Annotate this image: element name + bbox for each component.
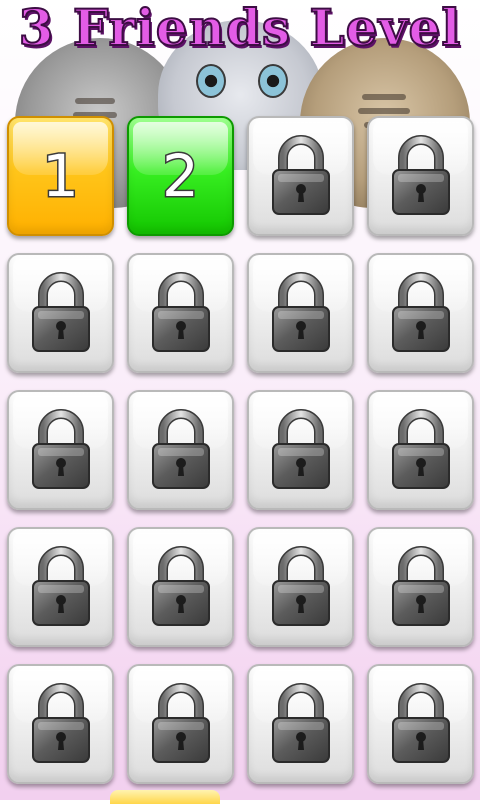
padlock-icon — [30, 408, 92, 492]
locked-level-tile[interactable] — [247, 253, 354, 373]
locked-level-tile[interactable] — [367, 390, 474, 510]
level-title: 3 Friends Level — [18, 0, 462, 58]
padlock-icon — [30, 682, 92, 766]
locked-level-tile[interactable] — [7, 253, 114, 373]
padlock-icon — [150, 682, 212, 766]
locked-level-tile[interactable] — [367, 527, 474, 647]
locked-level-tile[interactable] — [247, 527, 354, 647]
padlock-icon — [270, 271, 332, 355]
level-number: 2 — [161, 142, 201, 210]
padlock-icon — [270, 408, 332, 492]
locked-level-tile[interactable] — [127, 390, 234, 510]
locked-level-tile[interactable] — [127, 527, 234, 647]
locked-level-tile[interactable] — [247, 664, 354, 784]
level-number: 1 — [41, 142, 81, 210]
padlock-icon — [150, 271, 212, 355]
locked-level-tile[interactable] — [247, 116, 354, 236]
padlock-icon — [390, 545, 452, 629]
locked-level-tile[interactable] — [7, 664, 114, 784]
padlock-icon — [270, 682, 332, 766]
padlock-icon — [270, 134, 332, 218]
locked-level-tile[interactable] — [367, 253, 474, 373]
padlock-icon — [390, 682, 452, 766]
bottom-button-edge — [110, 790, 220, 804]
padlock-icon — [30, 271, 92, 355]
padlock-icon — [390, 271, 452, 355]
padlock-icon — [150, 408, 212, 492]
locked-level-tile[interactable] — [7, 527, 114, 647]
locked-level-tile[interactable] — [367, 116, 474, 236]
padlock-icon — [30, 545, 92, 629]
locked-level-tile[interactable] — [127, 253, 234, 373]
locked-level-tile[interactable] — [7, 390, 114, 510]
locked-level-tile[interactable] — [247, 390, 354, 510]
padlock-icon — [150, 545, 212, 629]
padlock-icon — [390, 134, 452, 218]
level-tile-2[interactable]: 2 — [127, 116, 234, 236]
level-tile-1[interactable]: 1 — [7, 116, 114, 236]
padlock-icon — [390, 408, 452, 492]
locked-level-tile[interactable] — [367, 664, 474, 784]
level-grid: 12 — [7, 116, 474, 784]
header-banner: 3 Friends Level — [0, 0, 480, 208]
locked-level-tile[interactable] — [127, 664, 234, 784]
padlock-icon — [270, 545, 332, 629]
